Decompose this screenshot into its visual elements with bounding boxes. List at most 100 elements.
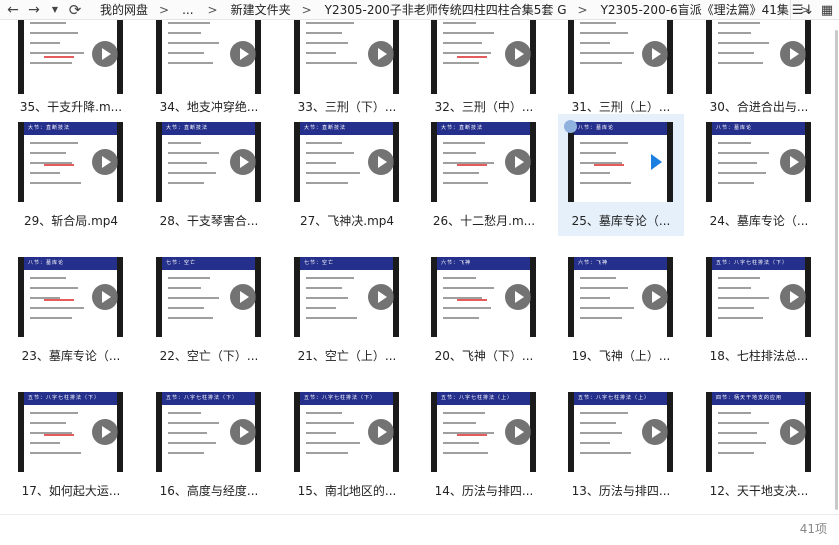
video-thumbnail[interactable]: 五节：八字七柱排法（下） [156, 392, 261, 472]
play-icon[interactable] [368, 419, 394, 445]
sort-icon[interactable]: ☰↓ [791, 3, 815, 18]
file-tile[interactable]: 五节：八字七柱排法（下） 17、如何起大运... [8, 384, 134, 506]
file-tile[interactable]: 五节：八字七柱排法（上） 14、历法与排四... [421, 384, 547, 506]
scrollbar-thumb[interactable] [835, 30, 838, 510]
scrollbar[interactable] [833, 20, 839, 514]
file-tile[interactable]: 四节：柄天干地支的应用 12、天干地支决... [696, 384, 822, 506]
back-button[interactable]: ← [0, 0, 22, 20]
slide-text-line [718, 42, 769, 44]
file-tile[interactable]: 七节：空亡 21、空亡（上）... [284, 249, 410, 371]
video-thumbnail[interactable]: 五节：八字七柱排法（下） [294, 392, 399, 472]
file-tile[interactable]: 31、三刑（上）... [558, 20, 684, 114]
select-checkbox-icon[interactable] [564, 120, 577, 133]
video-thumbnail[interactable]: 五节：八字七柱排法（下） [18, 392, 123, 472]
video-thumbnail[interactable]: 八节：墓库论 [18, 257, 123, 337]
video-thumbnail[interactable]: 大节：直断技法 [431, 122, 536, 202]
play-icon[interactable] [505, 149, 531, 175]
file-tile[interactable]: 五节：八字七柱排法（上） 13、历法与排四... [558, 384, 684, 506]
slide-text-line [30, 277, 66, 279]
play-icon[interactable] [642, 284, 668, 310]
slide-text-line [580, 22, 616, 24]
video-thumbnail[interactable]: 七节：空亡 [156, 257, 261, 337]
file-tile[interactable]: 大节：直断技法 26、十二愁月.m... [421, 114, 547, 236]
video-thumbnail[interactable] [156, 20, 261, 94]
play-icon[interactable] [230, 149, 256, 175]
video-thumbnail[interactable]: 六节：飞神 [431, 257, 536, 337]
video-thumbnail[interactable]: 七节：空亡 [294, 257, 399, 337]
file-tile[interactable]: 八节：墓库论 25、墓库专论（... [558, 114, 684, 236]
play-icon[interactable] [230, 284, 256, 310]
slide-text-line [580, 422, 616, 424]
file-tile[interactable]: 六节：飞神 20、飞神（下）... [421, 249, 547, 371]
forward-button[interactable]: → [22, 0, 46, 20]
slide-text-line [168, 432, 207, 434]
video-thumbnail[interactable]: 五节：八字七柱排法（上） [431, 392, 536, 472]
play-icon[interactable] [505, 41, 531, 67]
breadcrumb-item-folder[interactable]: 新建文件夹 [231, 1, 291, 18]
play-icon[interactable] [642, 149, 668, 175]
file-tile[interactable]: 33、三刑（下）... [284, 20, 410, 114]
play-icon[interactable] [230, 419, 256, 445]
play-icon[interactable] [780, 419, 806, 445]
breadcrumb-item-root[interactable]: 我的网盘 [100, 1, 148, 18]
video-thumbnail[interactable] [431, 20, 536, 94]
slide-text-line [718, 307, 754, 309]
file-tile[interactable]: 大节：直断技法 27、飞神决.mp4 [284, 114, 410, 236]
slide-text-line [443, 62, 479, 64]
video-thumbnail[interactable]: 大节：直断技法 [294, 122, 399, 202]
slide-text-line [168, 317, 213, 319]
play-icon[interactable] [92, 149, 118, 175]
video-thumbnail[interactable]: 八节：墓库论 [706, 122, 811, 202]
video-thumbnail[interactable]: 四节：柄天干地支的应用 [706, 392, 811, 472]
history-dropdown-icon[interactable]: ▼ [46, 0, 64, 20]
slide-text-line [306, 152, 354, 154]
file-tile[interactable]: 32、三刑（中）... [421, 20, 547, 114]
slide-text-line [30, 442, 60, 444]
slide-text-line [168, 307, 204, 309]
file-tile[interactable]: 35、干支升降.m... [8, 20, 134, 114]
slide-annotation [457, 56, 487, 58]
video-thumbnail[interactable] [568, 20, 673, 94]
file-tile[interactable]: 八节：墓库论 24、墓库专论（... [696, 114, 822, 236]
breadcrumb-item-current[interactable]: Y2305-200-6盲派《理法篇》41集 [601, 1, 789, 18]
refresh-button[interactable]: ⟳ [64, 0, 86, 20]
play-icon[interactable] [642, 419, 668, 445]
video-thumbnail[interactable]: 大节：直断技法 [18, 122, 123, 202]
file-tile[interactable]: 34、地支冲穿绝... [146, 20, 272, 114]
file-tile[interactable]: 八节：墓库论 23、墓库专论（... [8, 249, 134, 371]
file-tile[interactable]: 30、合进合出与... [696, 20, 822, 114]
file-tile[interactable]: 五节：八字七柱排法（下） 15、南北地区的... [284, 384, 410, 506]
file-tile[interactable]: 大节：直断技法 29、斩合局.mp4 [8, 114, 134, 236]
slide-text-line [718, 277, 760, 279]
video-thumbnail[interactable]: 五节：八字七柱排法（下） [706, 257, 811, 337]
video-thumbnail[interactable] [18, 20, 123, 94]
grid-view-icon[interactable]: ▦ [815, 3, 839, 18]
file-tile[interactable]: 大节：直断技法 28、干支琴害合... [146, 114, 272, 236]
play-icon[interactable] [505, 419, 531, 445]
play-icon[interactable] [368, 41, 394, 67]
play-icon[interactable] [505, 284, 531, 310]
play-icon[interactable] [780, 284, 806, 310]
breadcrumb-item-ellipsis[interactable]: ... [182, 3, 193, 17]
video-thumbnail[interactable]: 六节：飞神 [568, 257, 673, 337]
breadcrumb-item-collection[interactable]: Y2305-200子非老师传统四柱四柱合集5套 G [325, 1, 567, 18]
video-thumbnail[interactable]: 五节：八字七柱排法（上） [568, 392, 673, 472]
video-thumbnail[interactable] [706, 20, 811, 94]
play-icon[interactable] [92, 284, 118, 310]
file-tile[interactable]: 六节：飞神 19、飞神（上）... [558, 249, 684, 371]
play-icon[interactable] [368, 149, 394, 175]
video-thumbnail[interactable]: 大节：直断技法 [156, 122, 261, 202]
video-thumbnail[interactable] [294, 20, 399, 94]
play-icon[interactable] [230, 41, 256, 67]
play-icon[interactable] [780, 41, 806, 67]
play-icon[interactable] [92, 419, 118, 445]
play-icon[interactable] [92, 41, 118, 67]
file-name: 13、历法与排四... [571, 484, 671, 498]
video-thumbnail[interactable]: 八节：墓库论 [568, 122, 673, 202]
play-icon[interactable] [642, 41, 668, 67]
play-icon[interactable] [368, 284, 394, 310]
file-tile[interactable]: 五节：八字七柱排法（下） 16、高度与经度... [146, 384, 272, 506]
file-tile[interactable]: 五节：八字七柱排法（下） 18、七柱排法总... [696, 249, 822, 371]
file-tile[interactable]: 七节：空亡 22、空亡（下）... [146, 249, 272, 371]
play-icon[interactable] [780, 149, 806, 175]
